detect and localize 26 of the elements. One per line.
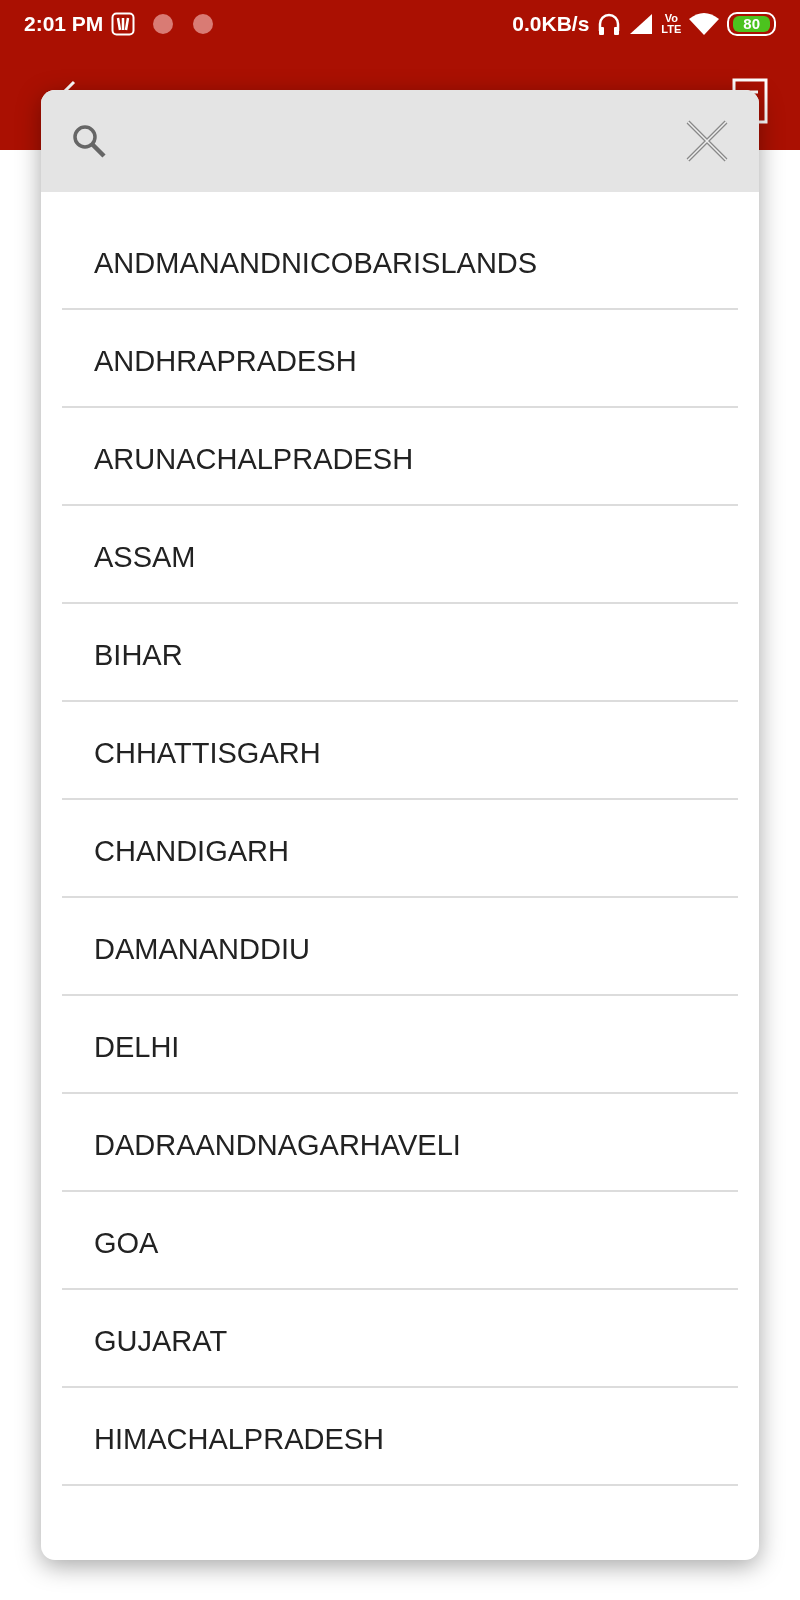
list-item[interactable]: CHANDIGARH	[62, 800, 738, 898]
notification-icon	[151, 12, 176, 36]
list-item[interactable]: DELHI	[62, 996, 738, 1094]
headphones-icon	[597, 11, 622, 37]
list-item[interactable]: BIHAR	[62, 604, 738, 702]
list-item[interactable]: GOA	[62, 1192, 738, 1290]
battery-icon: 80	[727, 12, 776, 36]
list-item[interactable]: HIMACHALPRADESH	[62, 1388, 738, 1486]
list-item[interactable]: ANDHRAPRADESH	[62, 310, 738, 408]
close-button[interactable]	[685, 119, 729, 163]
notification-icon	[191, 12, 216, 36]
volte-label: Vo	[664, 13, 678, 24]
signal-icon	[629, 13, 654, 35]
list-item[interactable]: DADRAANDNAGARHAVELI	[62, 1094, 738, 1192]
list-item[interactable]: ANDMANANDNICOBARISLANDS	[62, 212, 738, 310]
status-time: 2:01 PM	[24, 11, 104, 38]
list-item[interactable]: ARUNACHALPRADESH	[62, 408, 738, 506]
search-icon	[71, 123, 107, 159]
app-icon	[111, 12, 136, 36]
list-item[interactable]: CHHATTISGARH	[62, 702, 738, 800]
list-item[interactable]: DAMANANDDIU	[62, 898, 738, 996]
wifi-icon	[689, 13, 720, 35]
network-speed: 0.0KB/s	[512, 11, 590, 38]
list-item[interactable]: GUJARAT	[62, 1290, 738, 1388]
list-item[interactable]: ASSAM	[62, 506, 738, 604]
volte-label: LTE	[661, 24, 682, 35]
